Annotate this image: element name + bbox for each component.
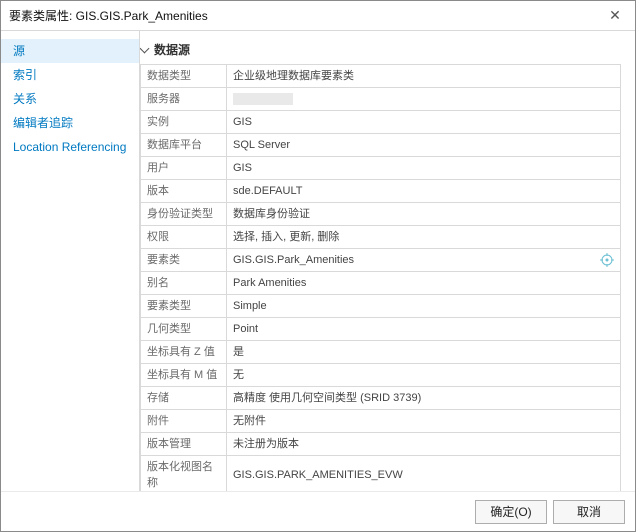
property-key: 版本 [141,180,227,202]
sidebar-item[interactable]: 编辑者追踪 [1,111,139,135]
close-button[interactable]: ✕ [595,1,635,30]
chevron-down-icon [140,45,150,55]
sidebar: 源索引关系编辑者追踪Location Referencing [1,31,139,491]
property-row: 身份验证类型数据库身份验证 [141,203,620,226]
sidebar-item[interactable]: 关系 [1,87,139,111]
property-key: 附件 [141,410,227,432]
property-value-text: 高精度 使用几何空间类型 (SRID 3739) [233,390,421,406]
property-row: 别名 Park Amenities [141,272,620,295]
masked-value [233,93,293,105]
property-value-text: 数据库身份验证 [233,206,310,222]
cancel-button[interactable]: 取消 [553,500,625,524]
property-row: 要素类型 Simple [141,295,620,318]
property-value-text: 选择, 插入, 更新, 删除 [233,229,339,245]
dialog-window: 要素类属性: GIS.GIS.Park_Amenities ✕ 源索引关系编辑者… [0,0,636,532]
dialog-footer: 确定(O) 取消 [1,491,635,531]
property-row: 坐标具有 Z 值是 [141,341,620,364]
target-icon[interactable] [600,253,614,267]
window-title: 要素类属性: GIS.GIS.Park_Amenities [9,7,595,24]
property-key: 存储 [141,387,227,409]
property-value: 数据库身份验证 [227,203,620,225]
property-row: 数据类型企业级地理数据库要素类 [141,65,620,88]
property-value: sde.DEFAULT [227,180,620,202]
property-value: GIS [227,111,620,133]
property-value-text: 是 [233,344,244,360]
section-header[interactable]: 数据源 [140,39,621,64]
property-key: 版本管理 [141,433,227,455]
property-value-text: GIS [233,160,252,176]
property-row: 版本化视图名称 GIS.GIS.PARK_AMENITIES_EVW [141,456,620,491]
property-row: 数据库平台 SQL Server [141,134,620,157]
content-pane: 数据源 数据类型企业级地理数据库要素类服务器实例 GIS 数据库平台 SQL Serv… [140,31,635,491]
property-row: 坐标具有 M 值无 [141,364,620,387]
property-row: 几何类型 Point [141,318,620,341]
ok-button[interactable]: 确定(O) [475,500,547,524]
property-key: 数据库平台 [141,134,227,156]
property-value-text: Point [233,321,258,337]
property-key: 别名 [141,272,227,294]
property-value: 高精度 使用几何空间类型 (SRID 3739) [227,387,620,409]
property-value: GIS [227,157,620,179]
property-value: 未注册为版本 [227,433,620,455]
property-value: Point [227,318,620,340]
property-row: 存储高精度 使用几何空间类型 (SRID 3739) [141,387,620,410]
sidebar-item[interactable]: Location Referencing [1,135,139,159]
property-key: 数据类型 [141,65,227,87]
property-row: 要素类 GIS.GIS.Park_Amenities [141,249,620,272]
property-row: 实例 GIS [141,111,620,134]
titlebar: 要素类属性: GIS.GIS.Park_Amenities ✕ [1,1,635,31]
property-value [227,88,620,110]
property-value-text: GIS [233,114,252,130]
property-key: 坐标具有 Z 值 [141,341,227,363]
property-value: GIS.GIS.PARK_AMENITIES_EVW [227,456,620,491]
property-value-text: Simple [233,298,267,314]
property-key: 用户 [141,157,227,179]
property-value: 无 [227,364,620,386]
property-value: 企业级地理数据库要素类 [227,65,620,87]
property-key: 要素类 [141,249,227,271]
property-value: Simple [227,295,620,317]
property-value-text: 无附件 [233,413,266,429]
property-value: GIS.GIS.Park_Amenities [227,249,620,271]
property-key: 几何类型 [141,318,227,340]
property-key: 坐标具有 M 值 [141,364,227,386]
property-value: SQL Server [227,134,620,156]
sidebar-item[interactable]: 索引 [1,63,139,87]
property-row: 用户 GIS [141,157,620,180]
property-row: 服务器 [141,88,620,111]
property-value-text: 未注册为版本 [233,436,299,452]
property-row: 版本管理未注册为版本 [141,433,620,456]
property-value: 选择, 插入, 更新, 删除 [227,226,620,248]
property-key: 服务器 [141,88,227,110]
property-row: 权限选择, 插入, 更新, 删除 [141,226,620,249]
property-row: 附件无附件 [141,410,620,433]
property-value-text: GIS.GIS.PARK_AMENITIES_EVW [233,467,403,483]
property-value: Park Amenities [227,272,620,294]
property-value-text: sde.DEFAULT [233,183,303,199]
property-value-text: SQL Server [233,137,290,153]
sidebar-item[interactable]: 源 [1,39,139,63]
property-row: 版本 sde.DEFAULT [141,180,620,203]
property-table: 数据类型企业级地理数据库要素类服务器实例 GIS 数据库平台 SQL Server 用户… [140,64,621,491]
property-value-text: 企业级地理数据库要素类 [233,68,354,84]
section-title: 数据源 [154,41,190,58]
property-key: 身份验证类型 [141,203,227,225]
property-key: 版本化视图名称 [141,456,227,491]
property-key: 实例 [141,111,227,133]
property-key: 要素类型 [141,295,227,317]
property-value: 无附件 [227,410,620,432]
property-key: 权限 [141,226,227,248]
dialog-body: 源索引关系编辑者追踪Location Referencing 数据源 数据类型企… [1,31,635,491]
property-value-text: Park Amenities [233,275,306,291]
property-value-text: 无 [233,367,244,383]
property-value: 是 [227,341,620,363]
property-value-text: GIS.GIS.Park_Amenities [233,252,354,268]
